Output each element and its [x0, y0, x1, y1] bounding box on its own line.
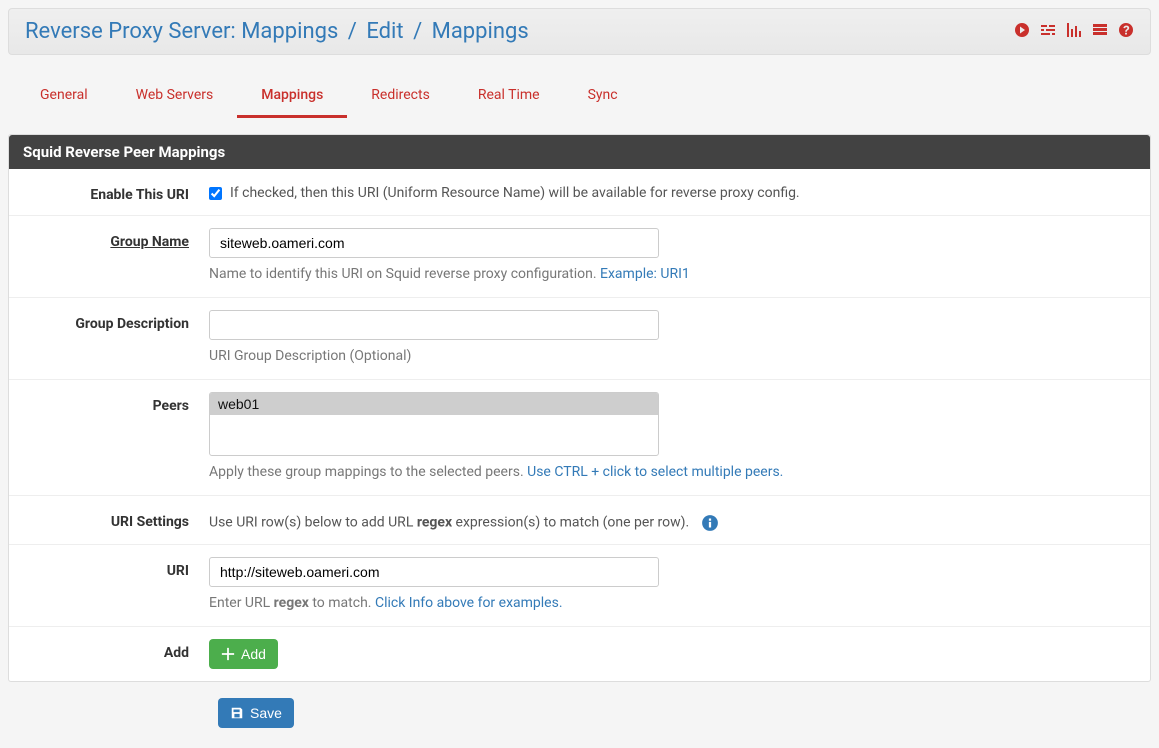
- peers-help-link[interactable]: Use CTRL + click to select multiple peer…: [527, 464, 783, 480]
- tab-mappings[interactable]: Mappings: [237, 75, 347, 118]
- header-action-icons: [1014, 22, 1134, 42]
- breadcrumb-separator: /: [348, 19, 357, 44]
- row-group-description: Group Description URI Group Description …: [9, 298, 1150, 380]
- label-uri: URI: [19, 557, 209, 579]
- breadcrumb: Reverse Proxy Server: Mappings / Edit / …: [25, 19, 529, 44]
- uri-settings-text: Use URI row(s) below to add URL regex ex…: [209, 508, 1140, 532]
- sliders-icon[interactable]: [1040, 22, 1056, 42]
- page-header: Reverse Proxy Server: Mappings / Edit / …: [8, 8, 1151, 55]
- peers-option-web01[interactable]: web01: [210, 393, 658, 415]
- row-add: Add Add: [9, 627, 1150, 681]
- row-uri-settings: URI Settings Use URI row(s) below to add…: [9, 496, 1150, 545]
- tab-redirects[interactable]: Redirects: [347, 75, 454, 118]
- group-description-input[interactable]: [209, 310, 659, 340]
- tab-sync[interactable]: Sync: [564, 75, 642, 118]
- form-section: Squid Reverse Peer Mappings Enable This …: [8, 134, 1151, 682]
- label-peers: Peers: [19, 392, 209, 414]
- section-title: Squid Reverse Peer Mappings: [9, 135, 1150, 169]
- tab-web-servers[interactable]: Web Servers: [112, 75, 238, 118]
- uri-input[interactable]: [209, 557, 659, 587]
- breadcrumb-part-1[interactable]: Reverse Proxy Server: Mappings: [25, 19, 338, 44]
- label-group-name: Group Name: [19, 228, 209, 250]
- enable-uri-description: If checked, then this URI (Uniform Resou…: [230, 185, 800, 201]
- label-enable-uri: Enable This URI: [19, 181, 209, 203]
- group-name-help: Name to identify this URI on Squid rever…: [209, 264, 1140, 285]
- breadcrumb-part-2[interactable]: Edit: [366, 19, 403, 44]
- tab-real-time[interactable]: Real Time: [454, 75, 564, 118]
- label-group-description: Group Description: [19, 310, 209, 332]
- breadcrumb-separator: /: [413, 19, 422, 44]
- group-description-help: URI Group Description (Optional): [209, 346, 1140, 367]
- save-icon: [230, 706, 244, 720]
- row-uri: URI Enter URL regex to match. Click Info…: [9, 545, 1150, 627]
- peers-help: Apply these group mappings to the select…: [209, 462, 1140, 483]
- label-add: Add: [19, 639, 209, 661]
- row-peers: Peers web01 Apply these group mappings t…: [9, 380, 1150, 496]
- add-button[interactable]: Add: [209, 639, 278, 669]
- plus-icon: [221, 647, 235, 661]
- tab-general[interactable]: General: [16, 75, 112, 118]
- help-icon[interactable]: [1118, 22, 1134, 42]
- group-name-input[interactable]: [209, 228, 659, 258]
- play-icon[interactable]: [1014, 22, 1030, 42]
- uri-help-link[interactable]: Click Info above for examples.: [375, 595, 563, 611]
- save-row: Save: [8, 686, 1151, 740]
- uri-help: Enter URL regex to match. Click Info abo…: [209, 593, 1140, 614]
- save-button[interactable]: Save: [218, 698, 294, 728]
- info-icon[interactable]: [701, 514, 719, 532]
- group-name-example-link[interactable]: Example: URI1: [600, 266, 690, 282]
- log-icon[interactable]: [1092, 22, 1108, 42]
- peers-select[interactable]: web01: [209, 392, 659, 456]
- label-uri-settings: URI Settings: [19, 508, 209, 530]
- row-enable-uri: Enable This URI If checked, then this UR…: [9, 169, 1150, 216]
- breadcrumb-part-3[interactable]: Mappings: [432, 19, 529, 44]
- enable-uri-control[interactable]: If checked, then this URI (Uniform Resou…: [209, 181, 1140, 201]
- chart-icon[interactable]: [1066, 22, 1082, 42]
- enable-uri-checkbox[interactable]: [209, 187, 222, 200]
- row-group-name: Group Name Name to identify this URI on …: [9, 216, 1150, 298]
- tab-bar: General Web Servers Mappings Redirects R…: [8, 75, 1151, 118]
